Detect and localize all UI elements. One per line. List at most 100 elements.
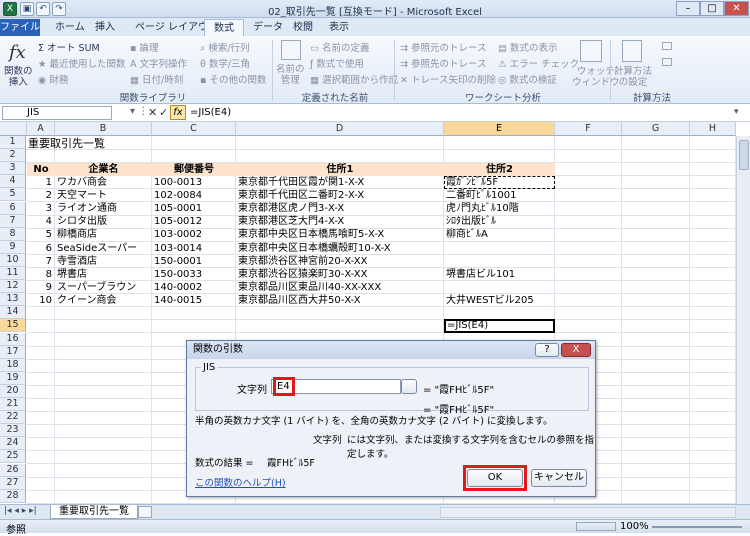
row-header[interactable]: 6 <box>0 201 26 215</box>
define-name-button[interactable]: ▭ 名前の定義 <box>310 40 370 54</box>
more-functions-button[interactable]: ▪ その他の関数 <box>200 72 266 86</box>
row-header[interactable]: 24 <box>0 437 26 451</box>
cell-address2[interactable] <box>446 281 555 294</box>
error-check-button[interactable]: ⚠ エラー チェック <box>498 56 579 70</box>
sheet-nav-icon[interactable]: |◂ ◂ ▸ ▸| <box>4 506 37 516</box>
cell-address1[interactable]: 東京都品川区西大井50-X-X <box>238 294 444 307</box>
row-header[interactable]: 2 <box>0 149 26 163</box>
row-header[interactable]: 8 <box>0 227 26 241</box>
cell-no[interactable]: 4 <box>27 215 52 228</box>
cell-address1[interactable]: 東京都中央区日本橋馬喰町5-X-X <box>238 228 444 241</box>
row-header[interactable]: 14 <box>0 306 26 320</box>
sheet-tab-active[interactable]: 重要取引先一覧 <box>50 505 138 519</box>
formula-input[interactable]: =JIS(E4) <box>190 107 231 118</box>
cell-company[interactable]: 柳橋商店 <box>57 228 152 241</box>
cell-postal[interactable]: 100-0013 <box>154 176 236 189</box>
cell-address2[interactable]: 柳商ﾋﾞﾙA <box>446 228 555 241</box>
vertical-scroll-thumb[interactable] <box>739 140 749 170</box>
calc-options-button[interactable]: 計算方法 の設定 <box>614 66 652 88</box>
cell-postal[interactable]: 150-0033 <box>154 268 236 281</box>
cell-address2[interactable]: 二番町ﾋﾞﾙ1001 <box>446 189 555 202</box>
help-link[interactable]: この関数のヘルプ(H) <box>195 475 286 489</box>
row-header[interactable]: 5 <box>0 188 26 202</box>
tab-formulas[interactable]: 数式 <box>204 19 244 36</box>
column-header[interactable]: C <box>152 122 236 136</box>
row-header[interactable]: 10 <box>0 253 26 267</box>
row-header[interactable]: 13 <box>0 293 26 307</box>
calc-now-icon[interactable] <box>662 42 672 50</box>
recent-functions-button[interactable]: ★ 最近使用した関数 <box>38 56 126 70</box>
cell-company[interactable]: クイーン商会 <box>57 294 152 307</box>
cell-no[interactable]: 9 <box>27 281 52 294</box>
row-header[interactable]: 22 <box>0 411 26 425</box>
minimize-icon[interactable]: – <box>676 1 700 16</box>
insert-function-button[interactable]: 関数の 挿入 <box>4 66 33 88</box>
cell-no[interactable]: 5 <box>27 228 52 241</box>
zoom-slider[interactable] <box>652 526 742 528</box>
show-formulas-button[interactable]: ▤ 数式の表示 <box>498 40 558 54</box>
row-header[interactable]: 18 <box>0 358 26 372</box>
vertical-scrollbar[interactable] <box>736 136 750 504</box>
cell-postal[interactable]: 140-0015 <box>154 294 236 307</box>
maximize-icon[interactable]: □ <box>700 1 724 16</box>
logical-button[interactable]: ▪ 論理 <box>130 40 158 54</box>
cell-address1[interactable]: 東京都渋谷区神宮前20-X-XX <box>238 255 444 268</box>
name-manager-button[interactable]: 名前の 管理 <box>276 64 305 86</box>
name-box[interactable]: JIS <box>2 106 112 120</box>
cell-company[interactable]: ライオン通商 <box>57 202 152 215</box>
financial-button[interactable]: ◉ 財務 <box>38 72 68 86</box>
cell-postal[interactable]: 103-0014 <box>154 242 236 255</box>
row-header[interactable]: 27 <box>0 476 26 490</box>
cell-company[interactable]: 堺書店 <box>57 268 152 281</box>
cell-address2[interactable]: 堺書店ビル101 <box>446 268 555 281</box>
lookup-button[interactable]: ⌕ 検索/行列 <box>200 40 250 54</box>
tab-review[interactable]: 校閲 <box>284 19 322 36</box>
column-header[interactable]: D <box>236 122 444 136</box>
cell-postal[interactable]: 103-0002 <box>154 228 236 241</box>
horizontal-scrollbar[interactable] <box>440 507 736 518</box>
row-header[interactable]: 7 <box>0 214 26 228</box>
row-header[interactable]: 20 <box>0 384 26 398</box>
row-header[interactable]: 3 <box>0 162 26 176</box>
cell-postal[interactable]: 140-0002 <box>154 281 236 294</box>
use-in-formula-button[interactable]: ƒ 数式で使用 <box>310 56 364 70</box>
expand-formula-bar-icon[interactable]: ▾ <box>734 107 739 117</box>
cell-company[interactable]: シロタ出版 <box>57 215 152 228</box>
cell-no[interactable]: 1 <box>27 176 52 189</box>
cell-address1[interactable]: 東京都港区虎ノ門3-X-X <box>238 202 444 215</box>
row-header[interactable]: 1 <box>0 136 26 149</box>
row-header[interactable]: 15 <box>0 319 26 333</box>
cell-no[interactable]: 3 <box>27 202 52 215</box>
row-header[interactable]: 9 <box>0 240 26 254</box>
math-button[interactable]: θ 数学/三角 <box>200 56 250 70</box>
select-all-corner[interactable] <box>0 122 27 136</box>
trace-dependents-button[interactable]: ⇉ 参照先のトレース <box>400 56 487 70</box>
cell-no[interactable]: 6 <box>27 242 52 255</box>
argument-input[interactable]: E4 <box>277 381 290 392</box>
cell-address1[interactable]: 東京都渋谷区猿楽町30-X-XX <box>238 268 444 281</box>
column-header[interactable]: F <box>555 122 622 136</box>
cell-address1[interactable]: 東京都港区芝大門4-X-X <box>238 215 444 228</box>
column-header[interactable]: A <box>27 122 55 136</box>
tab-view[interactable]: 表示 <box>320 19 358 36</box>
cell-company[interactable]: 天空マート <box>57 189 152 202</box>
row-header[interactable]: 4 <box>0 175 26 189</box>
row-header[interactable]: 12 <box>0 280 26 294</box>
row-header[interactable]: 16 <box>0 332 26 346</box>
ok-button[interactable]: OK <box>467 469 523 487</box>
cell-address2[interactable]: ｼﾛﾀ出版ﾋﾞﾙ <box>446 215 555 228</box>
formula-bar-menu-icon[interactable]: ▾ ⋮ <box>130 106 148 117</box>
close-icon[interactable]: ✕ <box>724 1 749 16</box>
cell-address1[interactable]: 東京都千代田区霞が関1-X-X <box>238 176 444 189</box>
cell-no[interactable]: 2 <box>27 189 52 202</box>
zoom-level[interactable]: 100% <box>620 521 649 532</box>
cell-address1[interactable]: 東京都千代田区二番町2-X-X <box>238 189 444 202</box>
cell-company[interactable]: 寺雪酒店 <box>57 255 152 268</box>
row-header[interactable]: 23 <box>0 424 26 438</box>
cell-address1[interactable]: 東京都中央区日本橋蠣殻町10-X-X <box>238 242 444 255</box>
collapse-dialog-icon[interactable] <box>401 379 417 394</box>
trace-precedents-button[interactable]: ⇉ 参照元のトレース <box>400 40 487 54</box>
cell-company[interactable]: SeaSideスーパー <box>57 242 152 255</box>
cell-address1[interactable]: 東京都品川区東品川40-XX-XXX <box>238 281 444 294</box>
cell-company[interactable]: ワカバ商会 <box>57 176 152 189</box>
